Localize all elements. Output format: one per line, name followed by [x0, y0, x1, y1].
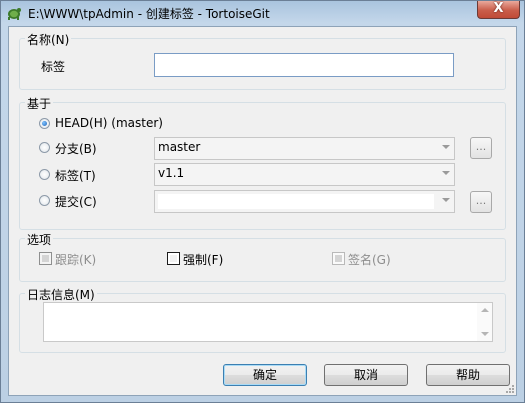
message-scrollbar[interactable] [477, 303, 492, 341]
force-checkbox-label[interactable]: 强制(F) [183, 251, 223, 268]
dialog-body: 名称(N) 标签 基于 HEAD(H) (master) 分支(B) maste… [8, 26, 517, 396]
tag-radio[interactable] [39, 169, 50, 180]
options-group-label: 选项 [25, 231, 54, 248]
tag-radio-label[interactable]: 标签(T) [55, 167, 96, 184]
commit-radio[interactable] [39, 195, 50, 206]
name-group-label: 名称(N) [25, 31, 72, 48]
tag-name-input[interactable] [154, 53, 454, 77]
branch-select-value: master [158, 140, 201, 154]
track-checkbox-label: 跟踪(K) [55, 253, 97, 267]
branch-select[interactable]: master [154, 137, 455, 160]
message-group-label: 日志信息(M) [25, 286, 97, 303]
tag-select-value: v1.1 [158, 166, 185, 180]
title-bar[interactable]: E:\WWW\tpAdmin - 创建标签 - TortoiseGit X [1, 1, 524, 25]
sign-checkbox-label: 签名(G) [348, 253, 391, 267]
scroll-up-arrow-icon[interactable] [481, 308, 489, 312]
commit-browse-button[interactable]: ... [470, 191, 492, 213]
branch-radio[interactable] [39, 142, 50, 153]
message-textarea[interactable] [43, 302, 493, 342]
track-checkbox[interactable] [39, 252, 52, 265]
scroll-down-arrow-icon[interactable] [481, 332, 489, 336]
commit-select-field [158, 194, 434, 209]
close-button[interactable]: X [477, 1, 520, 19]
cancel-button[interactable]: 取消 [324, 364, 408, 386]
commit-radio-label[interactable]: 提交(C) [55, 193, 97, 210]
commit-select[interactable] [154, 190, 455, 213]
sign-checkbox[interactable] [332, 252, 345, 265]
tortoisegit-app-icon [8, 8, 21, 20]
ellipsis-icon: ... [475, 140, 487, 153]
resize-grip-icon[interactable] [504, 383, 514, 393]
base-group-label: 基于 [25, 95, 54, 112]
window-title: E:\WWW\tpAdmin - 创建标签 - TortoiseGit [28, 7, 270, 21]
tag-name-label: 标签 [41, 60, 66, 74]
tag-select[interactable]: v1.1 [154, 163, 455, 186]
create-tag-dialog: E:\WWW\tpAdmin - 创建标签 - TortoiseGit X 名称… [0, 0, 525, 403]
close-icon: X [493, 1, 504, 16]
head-radio-label[interactable]: HEAD(H) (master) [55, 116, 163, 130]
force-checkbox[interactable] [167, 252, 180, 265]
chevron-down-icon [442, 145, 450, 149]
head-radio[interactable] [39, 118, 50, 129]
ellipsis-icon: ... [475, 194, 487, 207]
help-button[interactable]: 帮助 [426, 364, 510, 386]
chevron-down-icon [442, 171, 450, 175]
branch-radio-label[interactable]: 分支(B) [55, 140, 97, 157]
ok-button[interactable]: 确定 [223, 364, 307, 386]
branch-browse-button[interactable]: ... [470, 137, 492, 159]
chevron-down-icon [442, 198, 450, 202]
